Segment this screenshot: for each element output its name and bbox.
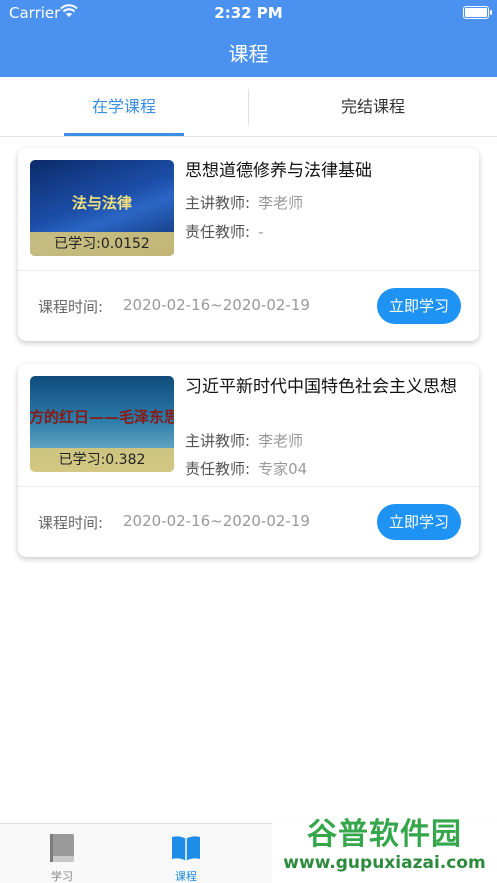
page-title: 课程 xyxy=(228,42,269,66)
progress-label: 已学习:0.382 xyxy=(30,448,174,472)
tab-current-courses[interactable]: 在学课程 xyxy=(0,77,248,137)
tabbar-label: 学习 xyxy=(51,870,73,883)
course-thumbnail: 法与法律 已学习:0.0152 xyxy=(30,160,174,256)
clock: 2:32 PM xyxy=(214,4,283,22)
course-card[interactable]: 法与法律 已学习:0.0152 思想道德修养与法律基础 主讲教师: 李老师 责任教… xyxy=(18,148,479,341)
progress-label: 已学习:0.0152 xyxy=(30,232,174,256)
teacher-row: 主讲教师: 李老师 xyxy=(185,430,303,451)
thumbnail-caption: 法与法律 xyxy=(71,194,132,212)
teacher-label: 主讲教师: xyxy=(185,432,251,450)
battery-icon xyxy=(463,6,492,19)
owner-name: - xyxy=(258,223,264,241)
owner-row: 责任教师: - xyxy=(185,221,263,242)
tabbar-item-study[interactable]: 学习 xyxy=(12,824,112,883)
navigation-header: Carrier 2:32 PM 课程 xyxy=(0,0,497,77)
owner-label: 责任教师: xyxy=(185,460,251,478)
course-title: 习近平新时代中国特色社会主义思想 xyxy=(185,377,457,397)
study-now-button[interactable]: 立即学习 xyxy=(377,288,461,324)
card-divider xyxy=(18,270,479,271)
owner-label: 责任教师: xyxy=(185,223,251,241)
book-closed-icon xyxy=(50,834,74,862)
tabbar-label: 课程 xyxy=(175,870,197,883)
teacher-row: 主讲教师: 李老师 xyxy=(185,192,303,213)
tab-finished-courses[interactable]: 完结课程 xyxy=(249,77,497,137)
course-title: 思想道德修养与法律基础 xyxy=(185,161,372,181)
course-time-label: 课程时间: xyxy=(38,298,104,316)
site-watermark: 谷普软件园 www.gupuxiazai.com xyxy=(272,803,497,883)
course-card[interactable]: 方的红日——毛泽东思 已学习:0.382 习近平新时代中国特色社会主义思想 主讲… xyxy=(18,364,479,557)
owner-row: 责任教师: 专家04 xyxy=(185,458,307,479)
course-time-value: 2020-02-16~2020-02-19 xyxy=(123,296,310,314)
course-thumbnail: 方的红日——毛泽东思 已学习:0.382 xyxy=(30,376,174,472)
card-divider xyxy=(18,486,479,487)
owner-name: 专家04 xyxy=(258,460,308,478)
course-time-label: 课程时间: xyxy=(38,514,104,532)
teacher-name: 李老师 xyxy=(258,194,304,212)
active-tab-indicator xyxy=(64,133,184,136)
watermark-url: www.gupuxiazai.com xyxy=(283,853,486,873)
status-bar: Carrier 2:32 PM xyxy=(0,0,497,26)
teacher-name: 李老师 xyxy=(258,432,304,450)
teacher-label: 主讲教师: xyxy=(185,194,251,212)
course-time-value: 2020-02-16~2020-02-19 xyxy=(123,512,310,530)
book-open-icon xyxy=(172,836,200,861)
tabbar-item-courses[interactable]: 课程 xyxy=(136,824,236,883)
study-now-button[interactable]: 立即学习 xyxy=(377,504,461,540)
course-tabs: 在学课程 完结课程 xyxy=(0,77,497,137)
watermark-name: 谷普软件园 xyxy=(307,817,462,852)
thumbnail-caption: 方的红日——毛泽东思 xyxy=(30,408,174,426)
